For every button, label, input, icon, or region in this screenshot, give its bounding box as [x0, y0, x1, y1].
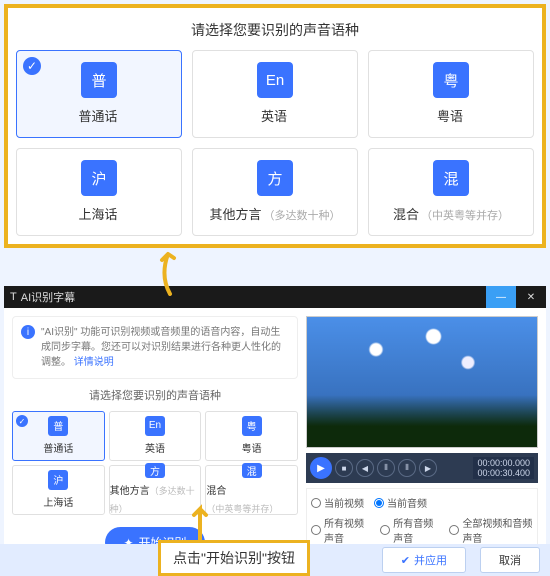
language-badge: 沪: [48, 470, 68, 490]
language-name: 粤语: [437, 106, 465, 126]
annotation-arrow-bottom: [190, 503, 210, 543]
mini-language-card[interactable]: 粤粤语: [205, 411, 298, 461]
radio-input[interactable]: [311, 498, 321, 508]
language-badge: 粤: [242, 416, 262, 436]
app-body: i "AI识别" 功能可识别视频或音频里的语音内容，自动生成同步字幕。您还可以对…: [4, 308, 546, 566]
source-option[interactable]: 当前视频: [311, 495, 364, 510]
prev-button[interactable]: ◀: [356, 459, 374, 477]
skip-fwd-button[interactable]: ⦀: [398, 459, 416, 477]
source-option[interactable]: 全部视频和音频声音: [449, 515, 533, 545]
time-display: 00:00:00.000 00:00:30.400: [473, 457, 534, 479]
mini-language-card[interactable]: 沪上海话: [12, 465, 105, 515]
left-pane: i "AI识别" 功能可识别视频或音频里的语音内容，自动生成同步字幕。您还可以对…: [12, 316, 298, 558]
language-badge: 普: [81, 62, 117, 98]
language-grid: ✓普普通话En英语粤粤语沪上海话方其他方言（多达数十种）混混合（中英粤等并存）: [16, 50, 534, 236]
language-card[interactable]: 粤粤语: [368, 50, 534, 138]
next-button[interactable]: ▶: [419, 459, 437, 477]
app-icon: T: [10, 291, 17, 303]
info-link[interactable]: 详情说明: [74, 357, 114, 368]
language-name: 混合（中英粤等并存）: [393, 204, 509, 224]
language-name: 混合（中英粤等并存）: [206, 481, 297, 517]
language-badge: En: [145, 416, 165, 436]
language-card[interactable]: En 英语: [192, 50, 358, 138]
check-icon: ✔: [401, 554, 410, 567]
window-title: T AI识别字幕: [10, 289, 75, 305]
language-name: 其他方言（多达数十种）: [209, 204, 340, 224]
language-badge: 粤: [433, 62, 469, 98]
info-icon: i: [21, 325, 35, 339]
language-card[interactable]: 沪上海话: [16, 148, 182, 236]
radio-input[interactable]: [311, 525, 321, 535]
language-name: 上海话: [43, 493, 73, 511]
app-window: T AI识别字幕 — ✕ i "AI识别" 功能可识别视频或音频里的语音内容，自…: [4, 286, 546, 544]
language-name: 上海话: [78, 204, 119, 224]
player-controls: ▶ ■ ◀ ⦀ ⦀ ▶ 00:00:00.000 00:00:30.400: [306, 453, 538, 483]
language-badge: 普: [48, 416, 68, 436]
mini-language-card[interactable]: 方其他方言（多达数十种）: [109, 465, 202, 515]
annotation-arrow-top: [150, 246, 190, 296]
language-badge: 混: [242, 463, 262, 478]
language-select-panel: 请选择您要识别的声音语种 ✓普普通话En英语粤粤语沪上海话方其他方言（多达数十种…: [4, 4, 546, 248]
language-badge: En: [257, 62, 293, 98]
language-name: 普通话: [43, 439, 73, 457]
check-icon: ✓: [16, 415, 28, 427]
language-name: 英语: [261, 106, 289, 126]
stop-button[interactable]: ■: [335, 459, 353, 477]
play-button[interactable]: ▶: [310, 457, 332, 479]
mini-language-grid: ✓普普通话En英语粤粤语沪上海话方其他方言（多达数十种）混混合（中英粤等并存）: [12, 411, 298, 515]
info-text: "AI识别" 功能可识别视频或音频里的语音内容，自动生成同步字幕。您还可以对识别…: [41, 325, 289, 370]
radio-input[interactable]: [449, 525, 459, 535]
source-option[interactable]: 所有视频声音: [311, 515, 370, 545]
source-option[interactable]: 当前音频: [374, 495, 427, 510]
language-name: 普通话: [78, 106, 119, 126]
mini-language-card[interactable]: En 英语: [109, 411, 202, 461]
language-card[interactable]: 方其他方言（多达数十种）: [192, 148, 358, 236]
minimize-button[interactable]: —: [486, 286, 516, 308]
language-card[interactable]: 混混合（中英粤等并存）: [368, 148, 534, 236]
cancel-button[interactable]: 取消: [480, 547, 540, 573]
mini-language-card[interactable]: ✓ 普普通话: [12, 411, 105, 461]
titlebar: T AI识别字幕 — ✕: [4, 286, 546, 308]
panel-title: 请选择您要识别的声音语种: [16, 20, 534, 40]
language-name: 英语: [145, 439, 165, 457]
callout-label: 点击"开始识别"按钮: [158, 540, 310, 576]
language-badge: 方: [257, 160, 293, 196]
language-name: 粤语: [242, 439, 262, 457]
info-box: i "AI识别" 功能可识别视频或音频里的语音内容，自动生成同步字幕。您还可以对…: [12, 316, 298, 379]
radio-input[interactable]: [380, 525, 390, 535]
close-button[interactable]: ✕: [516, 286, 546, 308]
mini-language-card[interactable]: 混混合（中英粤等并存）: [205, 465, 298, 515]
window-controls: — ✕: [486, 286, 546, 308]
language-name: 其他方言（多达数十种）: [110, 481, 201, 517]
right-pane: ▶ ■ ◀ ⦀ ⦀ ▶ 00:00:00.000 00:00:30.400 当前…: [306, 316, 538, 558]
language-card[interactable]: ✓ 普普通话: [16, 50, 182, 138]
mini-title: 请选择您要识别的声音语种: [12, 387, 298, 403]
language-badge: 混: [433, 160, 469, 196]
language-badge: 方: [145, 463, 165, 478]
apply-button[interactable]: ✔ 并应用: [382, 547, 466, 573]
check-icon: ✓: [23, 57, 41, 75]
language-badge: 沪: [81, 160, 117, 196]
radio-input[interactable]: [374, 498, 384, 508]
source-option[interactable]: 所有音频声音: [380, 515, 439, 545]
video-preview[interactable]: [306, 316, 538, 448]
skip-back-button[interactable]: ⦀: [377, 459, 395, 477]
